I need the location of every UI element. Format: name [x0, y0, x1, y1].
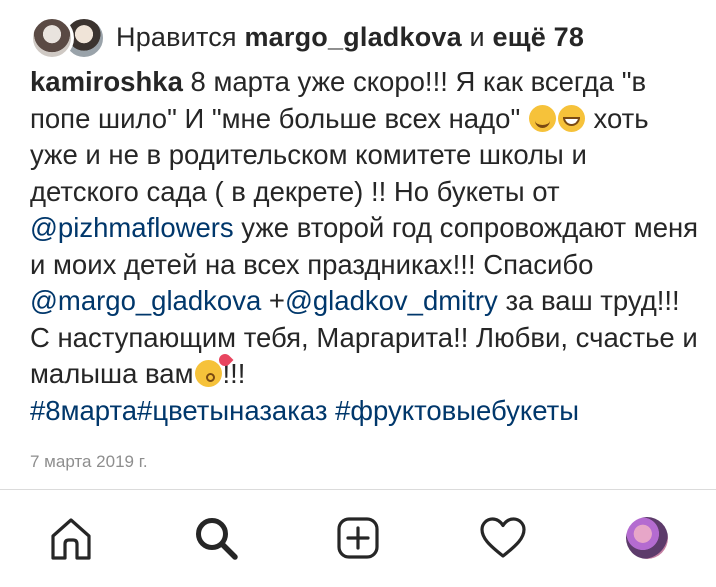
search-icon [196, 518, 238, 560]
liker-avatar-1 [30, 16, 74, 60]
caption-text-4: + [261, 285, 285, 316]
mention-gladkov-dmitry[interactable]: @gladkov_dmitry [285, 285, 498, 316]
nav-search-button[interactable] [192, 514, 240, 562]
post-caption: kamiroshka 8 марта уже скоро!!! Я как вс… [30, 64, 700, 429]
likes-others-link[interactable]: ещё 78 [493, 22, 585, 52]
post-date: 7 марта 2019 г. [30, 452, 148, 471]
mention-margo-gladkova[interactable]: @margo_gladkova [30, 285, 261, 316]
grinning-face-emoji-icon [557, 104, 585, 132]
nav-home-button[interactable] [47, 514, 95, 562]
kissing-face-emoji-icon [194, 360, 222, 387]
likes-user-link[interactable]: margo_gladkova [244, 22, 461, 52]
profile-avatar [626, 517, 668, 559]
nav-profile-button[interactable] [623, 514, 671, 562]
nav-new-post-button[interactable] [334, 514, 382, 562]
caption-hashtags[interactable]: #8марта#цветыназаказ #фруктовыебукеты [30, 395, 579, 426]
likes-text: Нравится margo_gladkova и ещё 78 [116, 22, 584, 53]
home-icon [51, 518, 91, 560]
bottom-navigation-bar [0, 489, 716, 587]
liker-avatars[interactable] [30, 14, 106, 60]
heart-icon [480, 517, 526, 558]
caption-username[interactable]: kamiroshka [30, 66, 183, 97]
mention-pizhmaflowers[interactable]: @pizhmaflowers [30, 212, 234, 243]
likes-prefix: Нравится [116, 21, 245, 52]
nav-activity-button[interactable] [479, 514, 527, 562]
likes-middle: и [461, 21, 493, 52]
add-post-icon [337, 517, 379, 559]
smiling-face-emoji-icon [528, 104, 556, 132]
likes-row[interactable]: Нравится margo_gladkova и ещё 78 [30, 14, 584, 60]
